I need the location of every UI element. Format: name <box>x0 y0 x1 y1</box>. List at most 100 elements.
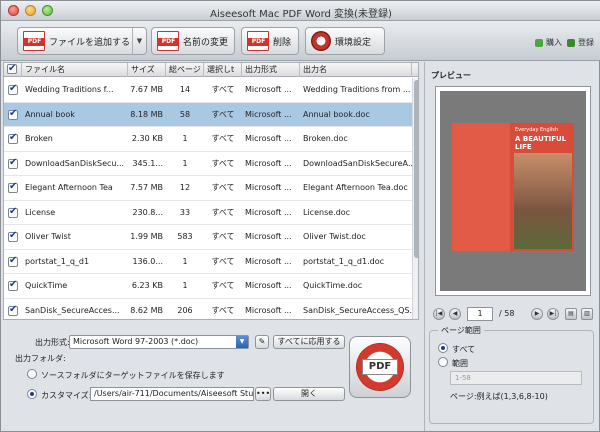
cell-pages: 1 <box>182 256 188 266</box>
cell-pages: 583 <box>177 232 193 241</box>
cell-format: Microsoft ... <box>245 85 292 94</box>
output-format-select[interactable]: Microsoft Word 97-2003 (*.doc) ▼ <box>69 335 249 349</box>
column-header-size[interactable]: サイズ <box>128 63 166 77</box>
cell-size: 230.8... <box>132 207 163 217</box>
custom-folder-label[interactable]: カスタマイズ: <box>41 390 91 401</box>
rename-label: 名前の変更 <box>183 37 229 48</box>
column-header-format[interactable]: 出力形式 <box>242 63 300 77</box>
prev-page-icon[interactable]: ◀ <box>449 308 461 320</box>
cell-size: 136.0... <box>132 256 163 266</box>
cell-size: 345.1... <box>132 158 163 168</box>
output-format-label: 出力形式: <box>35 338 70 347</box>
chevron-down-icon[interactable]: ▼ <box>132 28 146 54</box>
row-checkbox[interactable] <box>8 279 18 291</box>
cell-pages: 1 <box>182 134 188 143</box>
page-range-input[interactable]: 1-58 <box>450 371 582 385</box>
row-checkbox[interactable] <box>8 157 18 169</box>
table-row[interactable]: QuickTime 6.23 KB 1 すべて Microsoft ... QuickTi… <box>4 274 412 299</box>
row-checkbox[interactable] <box>8 83 18 95</box>
cell-format: Microsoft ... <box>245 158 292 168</box>
column-header-output[interactable]: 出力名 <box>300 63 412 77</box>
cell-name: Annual book <box>25 109 75 119</box>
register-link[interactable]: 登録 <box>567 37 594 48</box>
cell-format: Microsoft ... <box>245 183 292 192</box>
cell-pages: 1 <box>182 281 188 290</box>
open-folder-button[interactable]: 開く <box>273 387 345 401</box>
cell-name: License <box>25 207 56 217</box>
scrollbar-thumb[interactable] <box>414 80 418 258</box>
page-number-input[interactable]: 1 <box>467 307 493 321</box>
table-row[interactable]: Elegant Afternoon Tea 7.57 MB 12 すべて Microso… <box>4 176 412 201</box>
table-row[interactable]: Wedding Traditions f... 7.67 MB 14 すべて Micro… <box>4 78 412 103</box>
browse-button[interactable]: ••• <box>255 387 271 401</box>
preview-cover-subtitle: Everyday English <box>515 127 559 133</box>
table-row[interactable]: portstat_1_q_d1 136.0... 1 すべて Microsoft ...… <box>4 250 412 274</box>
add-file-button[interactable]: PDF ファイルを追加する ▼ <box>17 27 147 55</box>
apply-all-button[interactable]: すべてに応用する <box>273 335 345 349</box>
cell-format: Microsoft ... <box>245 109 292 119</box>
cell-selected: すべて <box>211 183 235 192</box>
cell-pages: 1 <box>182 158 188 168</box>
table-row[interactable]: DownloadSanDiskSecu... 345.1... 1 すべて Micros… <box>4 152 412 176</box>
range-custom-radio[interactable] <box>438 357 448 367</box>
row-checkbox[interactable] <box>8 108 18 120</box>
column-header-name[interactable]: ファイル名 <box>22 63 128 77</box>
row-checkbox[interactable] <box>8 230 18 242</box>
table-scrollbar[interactable] <box>412 78 418 319</box>
output-folder-label: 出力フォルダ: <box>15 354 66 363</box>
table-row[interactable]: Annual book 8.18 MB 58 すべて Microsoft ... Annu… <box>4 102 412 127</box>
next-page-icon[interactable]: ▶ <box>531 308 543 320</box>
last-page-icon[interactable]: ▶| <box>547 308 559 320</box>
wrench-settings-button[interactable]: ✎ <box>255 335 269 349</box>
column-header-selected[interactable]: 選択しt <box>204 63 242 77</box>
row-checkbox[interactable] <box>8 181 18 193</box>
cell-selected: すべて <box>211 232 235 241</box>
preview-cover-title: A BEAUTIFUL LIFE <box>515 135 567 151</box>
select-all-checkbox[interactable] <box>4 63 22 77</box>
source-folder-radio[interactable] <box>27 369 37 379</box>
table-row[interactable]: License 230.8... 33 すべて Microsoft ... License… <box>4 201 412 225</box>
custom-folder-radio[interactable] <box>27 389 37 399</box>
cell-selected: すべて <box>211 85 235 94</box>
cell-size: 8.62 MB <box>130 305 163 315</box>
delete-button[interactable]: PDF 削除 <box>241 27 299 55</box>
multi-page-view-icon[interactable]: ▥ <box>581 308 593 320</box>
row-checkbox[interactable] <box>8 304 18 316</box>
cell-name: SanDisk_SecureAcces... <box>25 305 120 315</box>
row-checkbox[interactable] <box>8 132 18 144</box>
preview-cover-left-panel <box>452 123 510 251</box>
range-all-radio[interactable] <box>438 343 448 353</box>
cell-name: DownloadSanDiskSecu... <box>25 158 125 168</box>
cell-format: Microsoft ... <box>245 232 292 241</box>
buy-link[interactable]: 購入 <box>535 37 562 48</box>
preview-page-image: Everyday English A BEAUTIFUL LIFE <box>452 123 574 251</box>
cell-format: Microsoft ... <box>245 134 292 143</box>
table-row[interactable]: SanDisk_SecureAcces... 8.62 MB 206 すべて Micro… <box>4 299 412 320</box>
cell-output: Elegant Afternoon Tea.doc <box>303 183 408 192</box>
first-page-icon[interactable]: |◀ <box>433 308 445 320</box>
cell-size: 7.67 MB <box>130 85 163 94</box>
preview-title: プレビュー <box>431 71 471 80</box>
row-checkbox[interactable] <box>8 255 18 267</box>
rename-button[interactable]: PDF 名前の変更 <box>151 27 235 55</box>
range-custom-label[interactable]: 範囲 <box>452 358 468 369</box>
settings-button[interactable]: 環境設定 <box>305 27 385 55</box>
pdf-delete-icon: PDF <box>247 31 269 51</box>
cell-pages: 206 <box>177 305 193 315</box>
table-row[interactable]: Broken 2.30 KB 1 すべて Microsoft ... Broken.doc <box>4 127 412 152</box>
cell-size: 7.57 MB <box>130 183 163 192</box>
source-folder-label[interactable]: ソースフォルダにターゲットファイルを保存します <box>41 370 225 381</box>
single-page-view-icon[interactable]: ▤ <box>565 308 577 320</box>
cart-icon <box>535 38 543 47</box>
table-row[interactable]: Oliver Twist 1.99 MB 583 すべて Microsoft ... Ol… <box>4 225 412 250</box>
convert-button[interactable]: PDF <box>349 336 411 398</box>
cell-output: License.doc <box>303 207 351 217</box>
cell-selected: すべて <box>211 305 235 315</box>
row-checkbox[interactable] <box>8 206 18 218</box>
custom-path-input[interactable]: /Users/air-711/Documents/Aiseesoft Stu <box>90 387 254 401</box>
cell-format: Microsoft ... <box>245 256 292 266</box>
window-title: Aiseesoft Mac PDF Word 変換(未登録) <box>210 9 392 20</box>
range-all-label[interactable]: すべて <box>452 344 475 355</box>
cell-name: QuickTime <box>25 281 68 290</box>
column-header-pages[interactable]: 総ページ <box>166 63 204 77</box>
